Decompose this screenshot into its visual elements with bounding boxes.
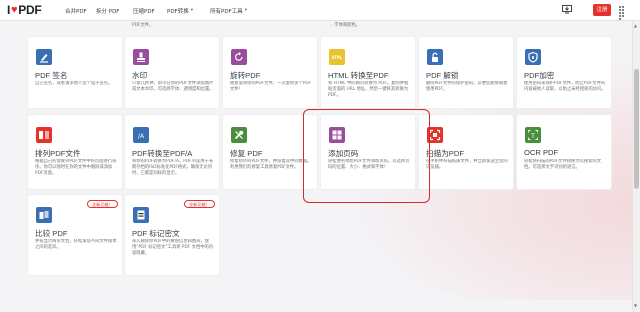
svg-text:T: T (530, 133, 535, 140)
tool-card-sign[interactable]: PDF 签名 自己签名，或者请求他人签个电子签名。 (27, 36, 123, 109)
login-link[interactable] (573, 4, 587, 16)
apps-menu-icon[interactable] (619, 6, 627, 20)
highlight-box-add-page-numbers (303, 109, 430, 203)
tool-card-description: 根据自己的需要对PDF文件中的页面进行排序。你可以随时在你的文件中删除或添加PD… (35, 159, 117, 176)
tool-card-scan[interactable]: 扫描为PDF 在手机中扫描纸质文件，并立即发送至您的浏览器。 (418, 114, 514, 190)
signup-button[interactable]: 注册 (593, 4, 611, 16)
tool-card-title: OCR PDF (524, 148, 559, 157)
tool-card-title: HTML 转换至PDF (328, 71, 389, 80)
organize-icon (36, 127, 52, 143)
tool-card-description: 将你的PDF转换为PDF/A，PDF/A是用于长期存档的ISO标准化PDF格式，… (132, 159, 214, 176)
nav-item-0[interactable]: 合并PDF (65, 0, 87, 21)
tool-card-description: 轻松将扫描的PDF文件转换为可搜索的文档。可选择文字识别的语言。 (524, 159, 602, 170)
svg-text:HTML: HTML (332, 55, 343, 61)
previous-row-desc: 、字体和颜色。 (330, 23, 361, 28)
tool-card-title: 比较 PDF (35, 229, 68, 238)
tool-card-description: 永久删除你PDF中的敏感信息和图形，使用“PDF 标记密文”工具将 PDF 文档… (132, 239, 214, 256)
tool-card-rotate[interactable]: 旋转PDF 随意旋转你的PDF文件，一次旋转多个PDF文件！ (222, 36, 318, 109)
new-feature-badge: 全新功能！ (87, 200, 118, 208)
redact-icon (133, 207, 149, 223)
logo-text-i: I (7, 3, 11, 17)
tool-card-title: PDF 解锁 (426, 71, 459, 80)
tool-card-compare[interactable]: 比较 PDF 并排显示两份文档，轻松发现不同文件版本之间的差异。 全新功能！ (27, 194, 123, 276)
chevron-down-icon: ▾ (244, 8, 247, 13)
nav-item-label: 拆分 PDF (96, 8, 120, 15)
logo-text-pdf: PDF (18, 3, 42, 17)
nav-item-label: PDF转换 (167, 8, 189, 15)
tool-card-watermark[interactable]: 水印 只需几秒钟，即可在你的PDF文件添加图片或文本水印。可选择字体、透明度和位置… (124, 36, 220, 109)
ocr-icon: T (525, 127, 541, 143)
tool-card-title: 修复 PDF (230, 149, 263, 158)
previous-row-desc: PDF文件。 (132, 23, 154, 28)
tool-card-unlock[interactable]: PDF 解锁 删除PDF文件的保护密码，以便您能够随意使用PDF。 (418, 36, 514, 109)
pdfa-icon: /A (133, 127, 149, 143)
nav-item-label: 所有PDF工具 (210, 8, 243, 15)
tool-card-title: 排列PDF文件 (35, 149, 81, 158)
tool-card-organize[interactable]: 排列PDF文件 根据自己的需要对PDF文件中的页面进行排序。你可以随时在你的文件中… (27, 114, 123, 190)
tool-card-protect[interactable]: PDF加密 使用密码来保护PDF文件，防止PDF文件的内容被他人读取，以防止未经授… (516, 36, 612, 109)
tool-card-description: 修复损坏的PDF文件，并恢复其中的数据。利用我们的修复工具修复PDF文件。 (230, 159, 312, 170)
tool-card-pdfa[interactable]: /A PDF转换至PDF/A 将你的PDF转换为PDF/A，PDF/A是用于长期存档… (124, 114, 220, 190)
desktop-download-icon[interactable] (562, 5, 572, 14)
tool-card-description: 随意旋转你的PDF文件，一次旋转多个PDF文件！ (230, 81, 312, 92)
tool-card-title: PDF加密 (524, 71, 555, 80)
scroll-down-icon[interactable]: ▼ (634, 303, 637, 308)
nav-item-4[interactable]: 所有PDF工具 ▾ (210, 0, 247, 21)
unlock-icon (427, 49, 443, 65)
new-feature-badge: 全新功能！ (184, 200, 215, 208)
tool-card-ocr[interactable]: T OCR PDF 轻松将扫描的PDF文件转换为可搜索的文档。可选择文字识别的语言。 (516, 114, 612, 190)
compare-icon (36, 207, 52, 223)
tool-card-description: 并排显示两份文档，轻松发现不同文件版本之间的差异。 (35, 239, 117, 250)
nav-item-label: 合并PDF (65, 8, 87, 15)
shield-icon (525, 49, 541, 65)
tool-card-description: 只需几秒钟，即可在你的PDF文件添加图片或文本水印。可选择字体、透明度和位置。 (132, 81, 214, 92)
scroll-up-icon[interactable]: ▲ (634, 23, 637, 28)
page-scrollbar[interactable]: ▲ ▼ (632, 21, 640, 312)
nav-item-label: 压缩PDF (133, 8, 155, 15)
pen-icon (36, 49, 52, 65)
tool-card-html[interactable]: HTML HTML 转换至PDF 将 HTML 中的网页转换为 PDF。复制并粘贴页… (320, 36, 416, 109)
scrollbar-thumb[interactable] (634, 69, 639, 189)
html-icon: HTML (329, 49, 345, 65)
nav-item-3[interactable]: PDF转换 ▾ (167, 0, 193, 21)
tool-card-description: 自己签名，或者请求他人签个电子签名。 (35, 81, 113, 86)
nav-item-2[interactable]: 压缩PDF (133, 0, 155, 21)
tool-card-title: PDF 标记密文 (132, 229, 180, 238)
tool-card-redact[interactable]: PDF 标记密文 永久删除你PDF中的敏感信息和图形，使用“PDF 标记密文”工具… (124, 194, 220, 276)
tool-card-title: 扫描为PDF (426, 149, 464, 158)
chevron-down-icon: ▾ (190, 8, 193, 13)
svg-text:/A: /A (138, 133, 145, 140)
heart-icon: ♥ (11, 4, 18, 16)
tool-card-description: 删除PDF文件的保护密码，以便您能够随意使用PDF。 (426, 81, 508, 92)
tool-card-description: 在手机中扫描纸质文件，并立即发送至您的浏览器。 (426, 159, 508, 170)
tool-card-description: 使用密码来保护PDF文件，防止PDF文件的内容被他人读取，以防止未经授权的访问。 (524, 81, 606, 92)
tool-card-title: 水印 (132, 71, 148, 80)
tool-card-title: PDF转换至PDF/A (132, 149, 193, 158)
tool-card-description: 将 HTML 中的网页转换为 PDF。复制并粘贴页面的 URL 地址，然后一键将… (328, 81, 409, 98)
rotate-icon (231, 49, 247, 65)
top-navbar: I ♥ PDF 合并PDF 拆分 PDF 压缩PDF PDF转换 ▾ 所有PDF工具 ▾ 注… (0, 0, 640, 21)
wrench-icon (231, 127, 247, 143)
stamp-icon (133, 49, 149, 65)
ilovepdf-logo[interactable]: I ♥ PDF (7, 3, 42, 17)
tool-card-title: 旋转PDF (230, 71, 261, 80)
nav-item-1[interactable]: 拆分 PDF (96, 0, 119, 21)
tool-card-title: PDF 签名 (35, 71, 68, 80)
